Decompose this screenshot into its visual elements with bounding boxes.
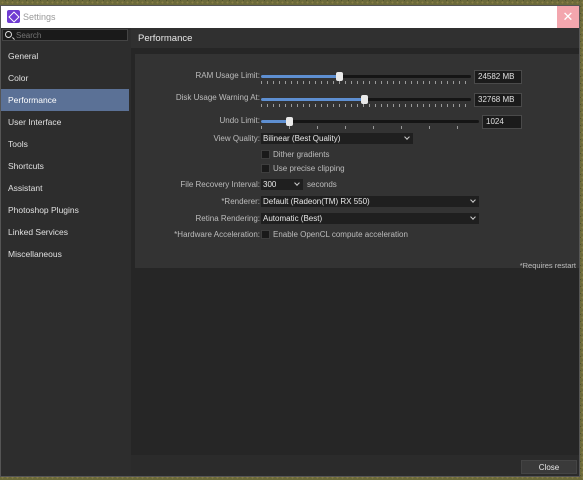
view-quality-value: Bilinear (Best Quality) (263, 134, 341, 143)
ram-usage-label: RAM Usage Limit: (195, 71, 260, 80)
slider-thumb[interactable] (286, 117, 293, 126)
dither-gradients-row[interactable]: Dither gradients (261, 149, 421, 160)
sidebar-item-assistant[interactable]: Assistant (1, 177, 129, 199)
dither-gradients-checkbox[interactable] (261, 150, 270, 159)
sidebar-item-general[interactable]: General (1, 45, 129, 67)
performance-section: RAM Usage Limit: 24582 MB Disk Usage War… (135, 54, 579, 270)
disk-warning-value[interactable]: 32768 MB (474, 93, 522, 107)
view-quality-dropdown[interactable]: Bilinear (Best Quality) (261, 133, 413, 144)
sidebar-item-linked-services[interactable]: Linked Services (1, 221, 129, 243)
opencl-label: Enable OpenCL compute acceleration (273, 230, 408, 239)
dither-gradients-label: Dither gradients (273, 150, 330, 159)
opencl-checkbox[interactable] (261, 230, 270, 239)
slider-thumb[interactable] (361, 95, 368, 104)
window-title: Settings (23, 12, 56, 22)
precise-clipping-row[interactable]: Use precise clipping (261, 163, 421, 174)
renderer-dropdown[interactable]: Default (Radeon(TM) RX 550) (261, 196, 479, 207)
file-recovery-value: 300 (263, 180, 277, 189)
slider-thumb[interactable] (336, 72, 343, 81)
hardware-acceleration-label: *Hardware Acceleration: (174, 230, 260, 239)
chevron-down-icon (404, 134, 410, 140)
file-recovery-dropdown[interactable]: 300 (261, 179, 303, 190)
ram-usage-value[interactable]: 24582 MB (474, 70, 522, 84)
disk-warning-label: Disk Usage Warning At: (175, 93, 260, 102)
sidebar-item-performance[interactable]: Performance (1, 89, 129, 111)
requires-restart-note: *Requires restart (519, 261, 576, 270)
opencl-row[interactable]: Enable OpenCL compute acceleration (261, 229, 431, 240)
close-button[interactable]: Close (521, 460, 577, 474)
file-recovery-label: File Recovery Interval: (180, 180, 260, 189)
retina-rendering-dropdown[interactable]: Automatic (Best) (261, 213, 479, 224)
settings-content: RAM Usage Limit: 24582 MB Disk Usage War… (131, 48, 579, 455)
chevron-down-icon (470, 214, 476, 220)
search-box[interactable] (2, 29, 128, 41)
undo-limit-label: Undo Limit: (219, 116, 260, 125)
sidebar-nav: General Color Performance User Interface… (1, 45, 129, 265)
precise-clipping-label: Use precise clipping (273, 164, 345, 173)
panel-header: Performance (131, 28, 579, 48)
chevron-down-icon (470, 197, 476, 203)
sidebar-item-shortcuts[interactable]: Shortcuts (1, 155, 129, 177)
page-title: Performance (138, 33, 193, 44)
chevron-down-icon (294, 180, 300, 186)
sidebar: General Color Performance User Interface… (1, 28, 131, 476)
close-window-button[interactable]: ✕ (557, 6, 579, 28)
renderer-label: *Renderer: (221, 197, 260, 206)
retina-rendering-value: Automatic (Best) (263, 214, 323, 223)
settings-window: Settings ✕ General Color Performance Use… (0, 5, 580, 477)
sidebar-item-color[interactable]: Color (1, 67, 129, 89)
retina-rendering-label: Retina Rendering: (195, 214, 260, 223)
view-quality-label: View Quality: (213, 134, 260, 143)
affinity-photo-icon (7, 10, 20, 23)
disk-warning-slider[interactable] (261, 94, 471, 108)
precise-clipping-checkbox[interactable] (261, 164, 270, 173)
file-recovery-unit: seconds (307, 180, 337, 189)
undo-limit-slider[interactable] (261, 116, 479, 130)
sidebar-item-user-interface[interactable]: User Interface (1, 111, 129, 133)
sidebar-item-photoshop-plugins[interactable]: Photoshop Plugins (1, 199, 129, 221)
title-bar: Settings ✕ (1, 6, 579, 28)
sidebar-item-tools[interactable]: Tools (1, 133, 129, 155)
renderer-value: Default (Radeon(TM) RX 550) (263, 197, 370, 206)
undo-limit-value[interactable]: 1024 (482, 115, 522, 129)
search-icon (5, 31, 12, 38)
sidebar-item-miscellaneous[interactable]: Miscellaneous (1, 243, 129, 265)
ram-usage-slider[interactable] (261, 71, 471, 85)
search-input[interactable] (16, 30, 126, 40)
